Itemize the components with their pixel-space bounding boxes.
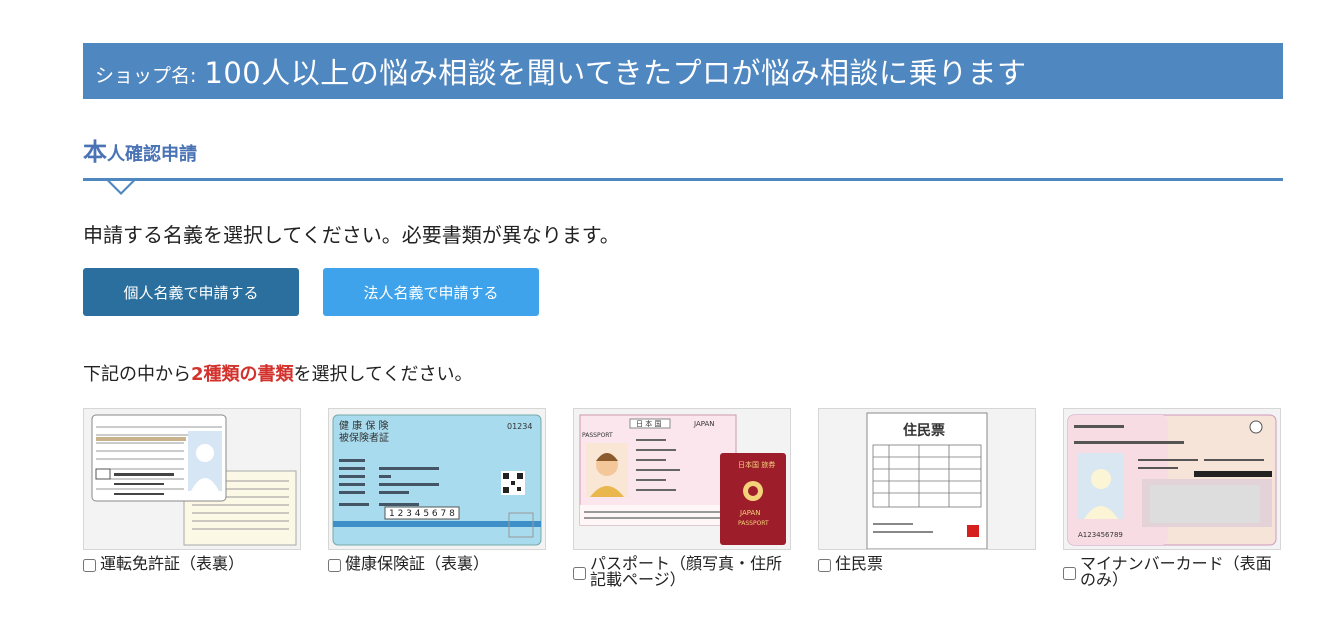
document-option-health-insurance[interactable]: 健 康 保 険 被保険者証 01234 1 2 3 4 5 6 7 8 健康保険…	[328, 408, 546, 572]
health-insurance-checkbox[interactable]	[328, 559, 341, 572]
drivers-license-label-row[interactable]: 運転免許証（表裏）	[83, 556, 301, 572]
passport-image[interactable]: 日 本 国 JAPAN PASSPORT 日本国 旅券 JAPAN PASSPO…	[573, 408, 791, 550]
shop-prefix: ショップ名:	[95, 64, 197, 87]
document-option-resident-record[interactable]: 住民票 住民票	[818, 408, 1036, 572]
document-option-drivers-license[interactable]: 運転免許証（表裏）	[83, 408, 301, 572]
resident-record-label-row[interactable]: 住民票	[818, 556, 1036, 572]
document-instruction-highlight: 2種類の書類	[191, 364, 294, 385]
drivers-license-image[interactable]	[83, 408, 301, 550]
section-title-rest: 人確認申請	[107, 144, 197, 165]
health-insurance-card-icon: 健 康 保 険 被保険者証 01234 1 2 3 4 5 6 7 8	[329, 409, 545, 549]
resident-record-label: 住民票	[835, 554, 884, 573]
passport-book-word: PASSPORT	[738, 520, 769, 527]
my-number-label: マイナンバーカード（表面のみ）	[1080, 554, 1272, 589]
passport-book-japan: JAPAN	[739, 509, 761, 517]
health-card-number: 01234	[507, 422, 532, 431]
resident-record-checkbox[interactable]	[818, 559, 831, 572]
my-number-id: A123456789	[1078, 531, 1123, 539]
shop-name: 100人以上の悩み相談を聞いてきたプロが悩み相談に乗ります	[204, 56, 1027, 90]
document-option-my-number[interactable]: A123456789 マイナンバーカード（表面のみ）	[1063, 408, 1281, 588]
section-notch-inner	[110, 181, 132, 192]
corporate-apply-button[interactable]: 法人名義で申請する	[323, 268, 539, 316]
passport-country: 日 本 国	[636, 419, 661, 428]
section-title: 本人確認申請	[83, 132, 197, 167]
health-card-sub: 被保険者証	[339, 431, 389, 444]
passport-checkbox[interactable]	[573, 567, 586, 580]
document-instruction-before: 下記の中から	[83, 364, 191, 385]
passport-label: パスポート（顔写真・住所記載ページ）	[590, 554, 783, 589]
section-title-first: 本	[83, 138, 107, 166]
my-number-card-icon: A123456789	[1064, 409, 1280, 549]
my-number-label-row[interactable]: マイナンバーカード（表面のみ）	[1063, 556, 1281, 588]
health-card-id: 1 2 3 4 5 6 7 8	[389, 509, 455, 519]
my-number-image[interactable]: A123456789	[1063, 408, 1281, 550]
drivers-license-label: 運転免許証（表裏）	[100, 554, 245, 573]
instruction-text: 申請する名義を選択してください。必要書類が異なります。	[83, 223, 620, 247]
health-card-header: 健 康 保 険	[339, 419, 389, 432]
document-instruction: 下記の中から2種類の書類を選択してください。	[83, 360, 472, 386]
passport-book-title: 日本国 旅券	[738, 460, 775, 469]
health-insurance-label-row[interactable]: 健康保険証（表裏）	[328, 556, 546, 572]
health-insurance-label: 健康保険証（表裏）	[345, 554, 490, 573]
passport-japan-text: JAPAN	[693, 420, 715, 428]
my-number-checkbox[interactable]	[1063, 567, 1076, 580]
section-divider	[83, 178, 1283, 181]
health-insurance-image[interactable]: 健 康 保 険 被保険者証 01234 1 2 3 4 5 6 7 8	[328, 408, 546, 550]
document-instruction-after: を選択してください。	[293, 364, 473, 385]
resident-record-icon: 住民票	[819, 409, 1035, 549]
resident-record-title: 住民票	[903, 422, 945, 439]
passport-label-row[interactable]: パスポート（顔写真・住所記載ページ）	[573, 556, 791, 588]
document-option-passport[interactable]: 日 本 国 JAPAN PASSPORT 日本国 旅券 JAPAN PASSPO…	[573, 408, 791, 588]
drivers-license-checkbox[interactable]	[83, 559, 96, 572]
passport-label-text: PASSPORT	[582, 432, 613, 439]
resident-record-image[interactable]: 住民票	[818, 408, 1036, 550]
passport-icon: 日 本 国 JAPAN PASSPORT 日本国 旅券 JAPAN PASSPO…	[574, 409, 790, 549]
drivers-license-icon	[84, 409, 300, 549]
personal-apply-button[interactable]: 個人名義で申請する	[83, 268, 299, 316]
shop-header: ショップ名: 100人以上の悩み相談を聞いてきたプロが悩み相談に乗ります	[83, 43, 1283, 99]
